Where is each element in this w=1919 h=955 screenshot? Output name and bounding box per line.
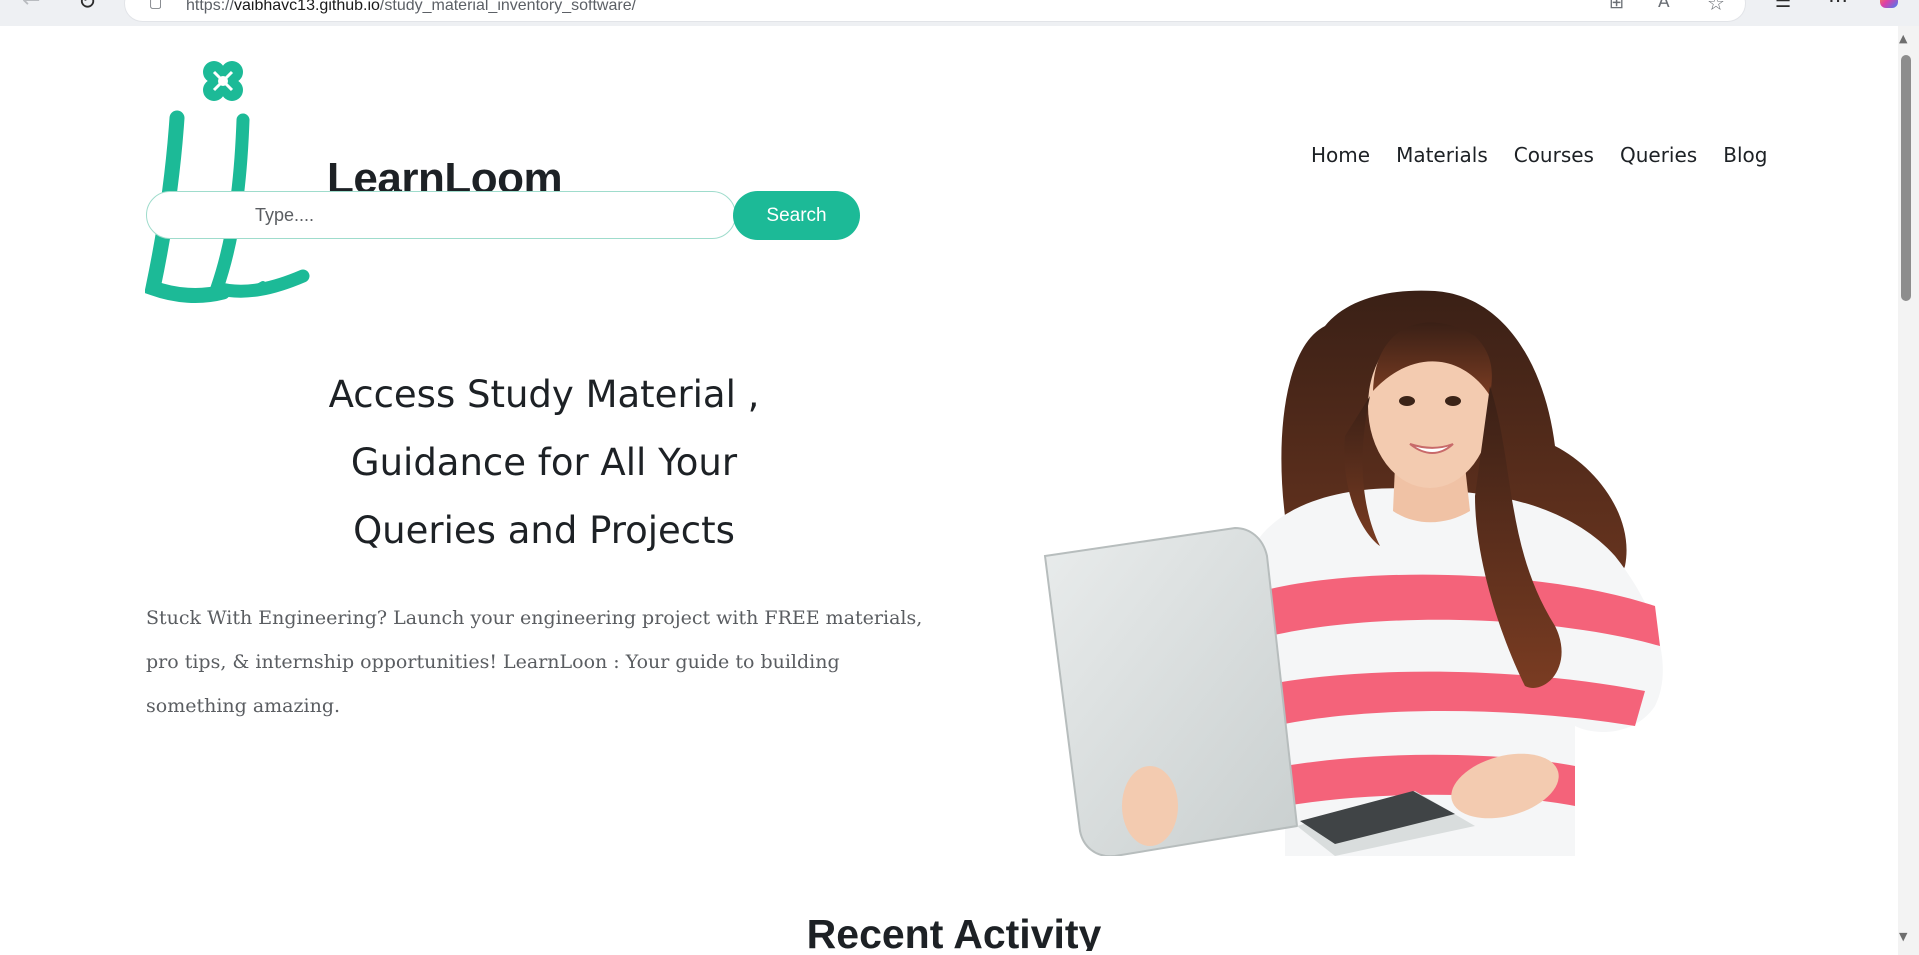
hero-title: Access Study Material , Guidance for All… — [245, 361, 843, 565]
refresh-icon[interactable]: ↻ — [78, 0, 96, 15]
hero-title-line: Access Study Material , — [328, 373, 760, 416]
read-aloud-icon[interactable]: A — [1658, 0, 1670, 12]
url-text[interactable]: https://vaibhavc13.github.io/study_mater… — [186, 0, 636, 15]
scroll-up-icon[interactable]: ▲ — [1899, 32, 1907, 45]
scrollbar-thumb[interactable] — [1901, 55, 1911, 301]
learnloom-logo — [145, 61, 310, 303]
nav-home[interactable]: Home — [1311, 143, 1370, 167]
favorite-star-icon[interactable]: ☆ — [1707, 0, 1725, 15]
browser-toolbar: ← ↻ ▢ https://vaibhavc13.github.io/study… — [0, 0, 1919, 26]
favorites-list-icon[interactable]: ☰ — [1775, 0, 1791, 12]
copilot-icon[interactable] — [1880, 0, 1898, 8]
page-viewport: LearnLoom Search Home Materials Courses … — [5, 26, 1898, 951]
nav-courses[interactable]: Courses — [1514, 143, 1594, 167]
hero-title-line: Queries and Projects — [353, 509, 735, 552]
student-with-laptop-image — [1043, 290, 1663, 856]
main-nav: Home Materials Courses Queries Blog — [1311, 143, 1767, 167]
site-info-icon[interactable]: ▢ — [149, 0, 162, 11]
nav-materials[interactable]: Materials — [1396, 143, 1488, 167]
more-icon[interactable]: ⋯ — [1828, 0, 1848, 12]
recent-activity-heading: Recent Activity — [806, 911, 1102, 951]
hero-description: Stuck With Engineering? Launch your engi… — [146, 607, 923, 717]
nav-queries[interactable]: Queries — [1620, 143, 1697, 167]
split-screen-icon[interactable]: ⊞ — [1609, 0, 1624, 13]
scroll-down-icon[interactable]: ▼ — [1899, 930, 1907, 943]
hero-title-line: Guidance for All Your — [350, 441, 738, 484]
nav-blog[interactable]: Blog — [1723, 143, 1767, 167]
search-button[interactable]: Search — [733, 191, 860, 240]
back-icon[interactable]: ← — [22, 0, 40, 13]
search-input[interactable] — [146, 191, 736, 239]
